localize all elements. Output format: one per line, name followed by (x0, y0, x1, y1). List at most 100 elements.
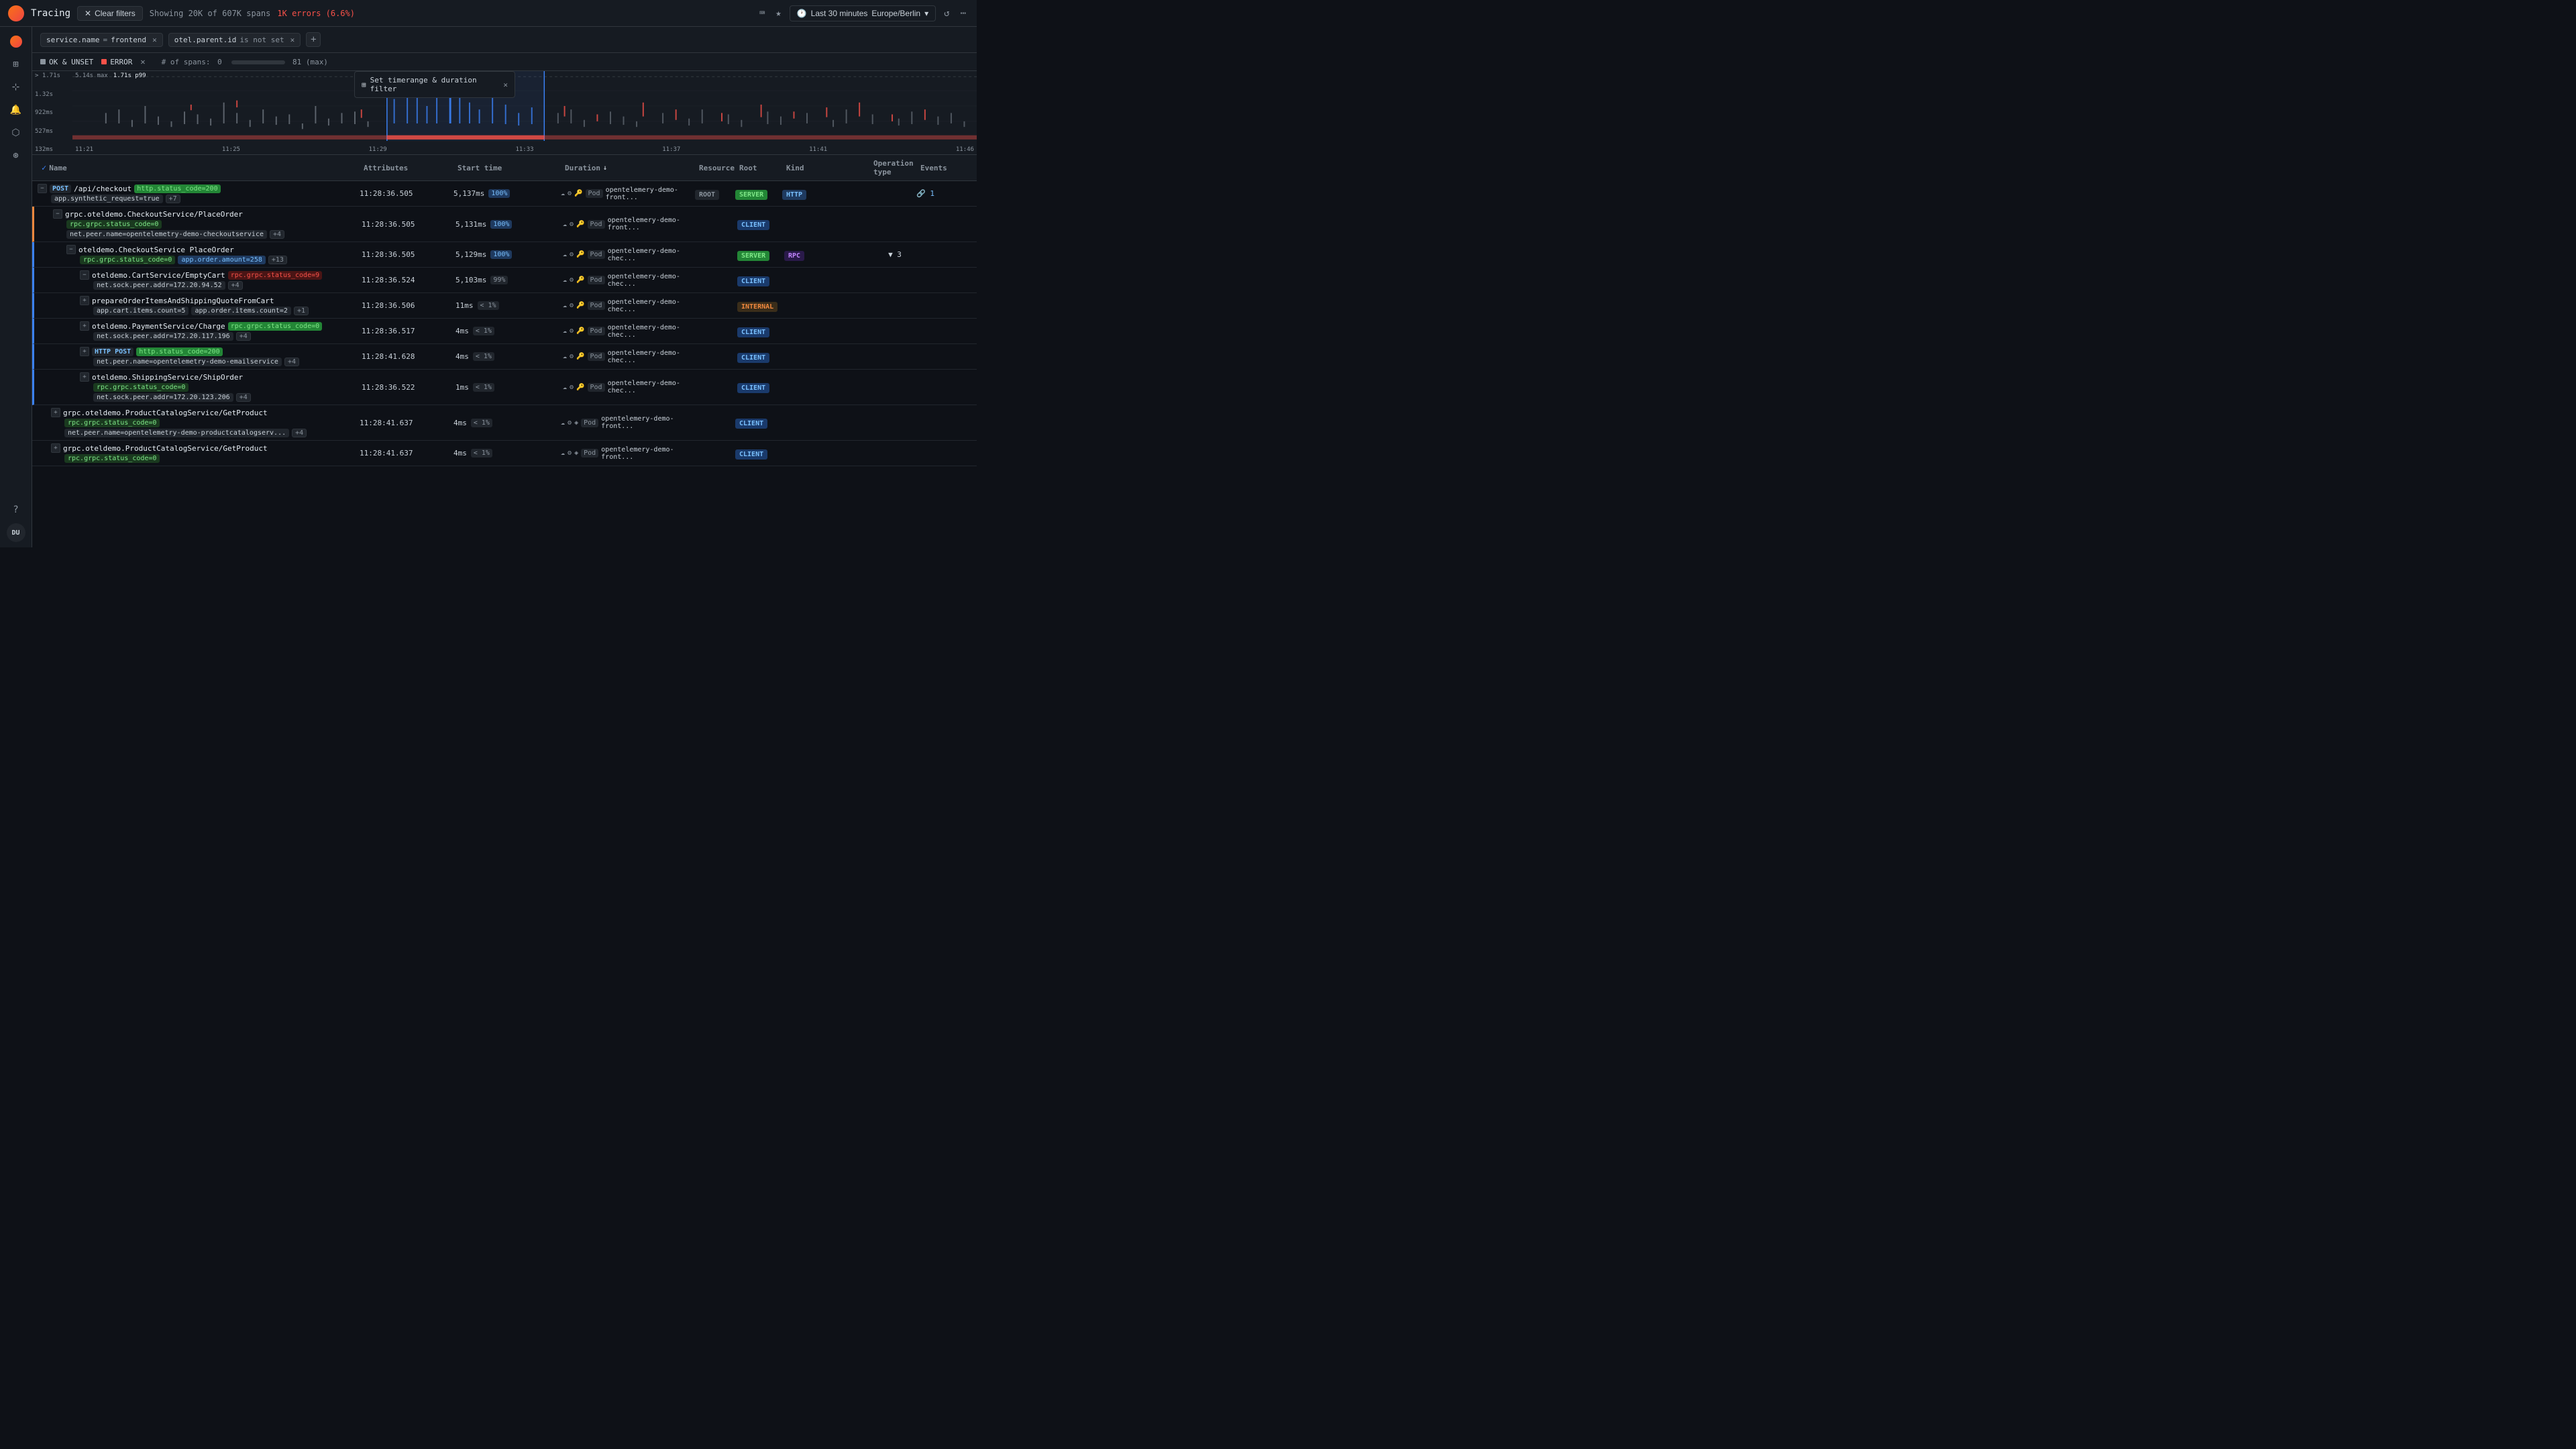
th-attributes[interactable]: Attributes (360, 155, 453, 180)
method-badge: POST (50, 184, 71, 193)
cog-icon: ⚙ (568, 190, 572, 197)
table-row[interactable]: − oteldemo.CartService/EmptyCart rpc.grp… (32, 268, 977, 293)
remove-otel-parent-filter[interactable]: ✕ (290, 36, 295, 44)
th-kind[interactable]: Kind (782, 155, 869, 180)
remove-service-name-filter[interactable]: ✕ (152, 36, 157, 44)
chevron-down-icon: ▾ (924, 9, 928, 18)
error-status[interactable]: ERROR (101, 58, 132, 66)
sidebar-item-alerts[interactable]: 🔔 (7, 101, 25, 119)
topbar-right: ⌨ ★ 🕐 Last 30 minutes Europe/Berlin ▾ ↺ … (757, 5, 969, 21)
expand-button[interactable]: + (80, 321, 89, 331)
shortcuts-icon[interactable]: ⌨ (757, 5, 767, 21)
resource-name: opentelemery-demo-front... (606, 186, 695, 201)
span-name: oteldemo.CartService/EmptyCart (92, 271, 225, 280)
th-operation-type[interactable]: Operation type (869, 155, 916, 180)
th-resource[interactable]: Resource (695, 155, 735, 180)
op-cell: HTTP (782, 189, 869, 199)
main-content: service.name = frontend ✕ otel.parent.id… (32, 27, 977, 547)
table-row[interactable]: + oteldemo.ShippingService/ShipOrder rpc… (32, 370, 977, 405)
expand-button[interactable]: + (80, 372, 89, 382)
time-range-button[interactable]: 🕐 Last 30 minutes Europe/Berlin ▾ (790, 5, 936, 21)
checkbox-icon[interactable]: ✓ (42, 163, 46, 172)
name-cell: + grpc.oteldemo.ProductCatalogService/Ge… (38, 405, 360, 440)
name-row: + grpc.oteldemo.ProductCatalogService/Ge… (51, 408, 268, 417)
th-name[interactable]: ✓ Name (38, 155, 360, 180)
sidebar-item-connections[interactable]: ⬡ (7, 123, 25, 142)
filter-bar: service.name = frontend ✕ otel.parent.id… (32, 27, 977, 53)
table-row[interactable]: + prepareOrderItemsAndShippingQuoteFromC… (32, 293, 977, 319)
span-name: /api/checkout (74, 184, 131, 193)
plus-badge[interactable]: +4 (270, 230, 284, 239)
kind-badge: CLIENT (737, 220, 769, 230)
refresh-icon[interactable]: ↺ (941, 5, 952, 21)
table-row[interactable]: − grpc.oteldemo.CheckoutService/PlaceOrd… (32, 207, 977, 242)
status-close-button[interactable]: ✕ (140, 57, 145, 66)
name-cell: − oteldemo.CartService/EmptyCart rpc.grp… (40, 268, 362, 292)
table-row[interactable]: + grpc.oteldemo.ProductCatalogService/Ge… (32, 405, 977, 441)
avatar[interactable]: DU (7, 523, 25, 542)
status-bar: OK & UNSET ERROR ✕ # of spans: 0 81 (max… (32, 53, 977, 71)
cloud-icon: ☁ (561, 190, 565, 197)
row-main: + oteldemo.PaymentService/Charge rpc.grp… (34, 319, 977, 343)
attr-badge: rpc.grpc.status_code=0 (66, 220, 162, 229)
start-time: 11:28:36.505 (360, 189, 453, 198)
key-icon: 🔑 (574, 190, 582, 197)
star-icon[interactable]: ★ (773, 5, 784, 21)
th-start-time[interactable]: Start time (453, 155, 561, 180)
expand-button[interactable]: − (66, 245, 76, 254)
row-main: − grpc.oteldemo.CheckoutService/PlaceOrd… (34, 207, 977, 241)
pct-badge: 100% (488, 189, 510, 198)
spans-info: # of spans: 0 81 (max) (162, 58, 328, 66)
table-row[interactable]: − oteldemo.CheckoutService PlaceOrder rp… (32, 242, 977, 268)
table-row[interactable]: + grpc.oteldemo.ProductCatalogService/Ge… (32, 441, 977, 466)
span-name: prepareOrderItemsAndShippingQuoteFromCar… (92, 297, 274, 305)
ok-status[interactable]: OK & UNSET (40, 58, 93, 66)
table-row[interactable]: − POST /api/checkout http.status_code=20… (32, 181, 977, 207)
filter-service-name[interactable]: service.name = frontend ✕ (40, 33, 163, 47)
timerange-popup[interactable]: ⊞ Set timerange & duration filter ✕ (354, 71, 515, 98)
th-events[interactable]: Events (916, 155, 957, 180)
chart-timeline: 11:21 11:25 11:29 11:33 11:37 11:41 11:4… (72, 146, 977, 153)
topbar: Tracing ✕ Clear filters Showing 20K of 6… (0, 0, 977, 27)
sidebar-item-explore[interactable]: ⊹ (7, 78, 25, 97)
name-row: − POST /api/checkout http.status_code=20… (38, 184, 221, 193)
sidebar-item-logo[interactable] (7, 32, 25, 51)
expand-button[interactable]: − (38, 184, 47, 193)
th-duration[interactable]: Duration ↓ (561, 155, 695, 180)
pod-badge: Pod (586, 189, 603, 198)
resource-cell: ☁ ⚙ 🔑 Pod opentelemery-demo-front... (561, 186, 695, 201)
table-row[interactable]: + HTTP POST http.status_code=200 net.pee… (32, 344, 977, 370)
tags-row: net.peer.name=opentelemetry-demo-checkou… (53, 230, 284, 239)
filter-otel-parent-id[interactable]: otel.parent.id is not set ✕ (168, 33, 301, 47)
expand-button[interactable]: − (80, 270, 89, 280)
chart-body[interactable]: 5.14s max 1.71s p99 (72, 71, 977, 141)
clear-filters-button[interactable]: ✕ Clear filters (77, 6, 143, 21)
main-layout: ⊞ ⊹ 🔔 ⬡ ⊛ ? DU service.name = frontend ✕… (0, 27, 977, 547)
expand-button[interactable]: + (80, 296, 89, 305)
popup-close-button[interactable]: ✕ (503, 80, 508, 89)
expand-button[interactable]: + (51, 443, 60, 453)
expand-button[interactable]: + (80, 347, 89, 356)
name-cell: − grpc.oteldemo.CheckoutService/PlaceOrd… (40, 207, 362, 241)
span-name: oteldemo.PaymentService/Charge (92, 322, 225, 331)
more-icon[interactable]: ⋯ (958, 5, 969, 21)
plus-badge[interactable]: +7 (166, 195, 180, 203)
attr-badge: app.synthetic_request=true (51, 195, 163, 203)
expand-button[interactable]: + (51, 408, 60, 417)
sidebar-item-help[interactable]: ? (7, 500, 25, 519)
grafana-logo[interactable] (8, 5, 24, 21)
table-row[interactable]: + oteldemo.PaymentService/Charge rpc.grp… (32, 319, 977, 344)
resource-cell: ☁⚙🔑 Pod opentelemery-demo-front... (563, 217, 697, 231)
chart-area[interactable]: > 1.71s 1.32s 922ms 527ms 132ms (32, 71, 977, 155)
add-filter-button[interactable]: + (306, 32, 321, 47)
chart-max-label: 5.14s max (75, 72, 108, 79)
sidebar-item-apps[interactable]: ⊛ (7, 146, 25, 165)
table-container: ✓ Name Attributes Start time Duration ↓ … (32, 155, 977, 547)
th-root[interactable]: Root (735, 155, 782, 180)
sidebar-item-dashboards[interactable]: ⊞ (7, 55, 25, 74)
expand-button[interactable]: − (53, 209, 62, 219)
error-dot (101, 59, 107, 64)
filter-icon: ⊞ (362, 80, 366, 89)
chart-p99-label: 1.71s p99 (113, 72, 146, 79)
tags-row: app.synthetic_request=true +7 (38, 195, 180, 203)
